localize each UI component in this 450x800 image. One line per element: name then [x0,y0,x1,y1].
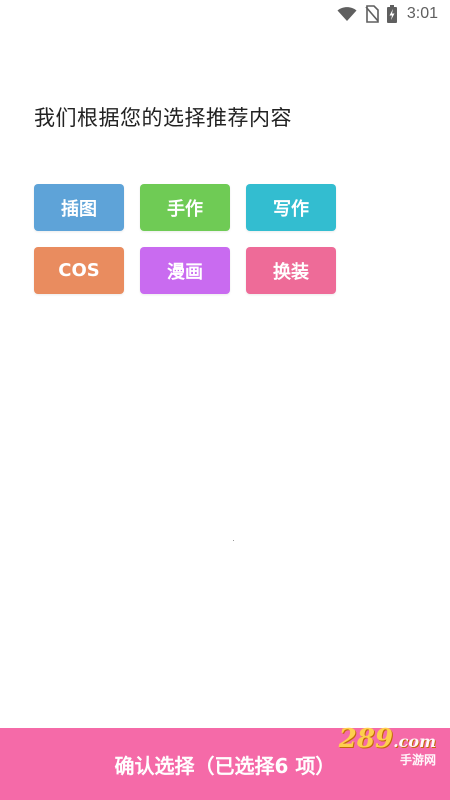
interest-tag-grid: 插图 手作 写作 COS 漫画 换装 [34,184,336,294]
loading-dot [233,540,234,541]
interest-tag-button[interactable]: COS [34,247,124,294]
app-screen: 3:01 我们根据您的选择推荐内容 插图 手作 写作 COS 漫画 换装 确认选择（已选择… [0,0,450,800]
page-title: 我们根据您的选择推荐内容 [34,106,292,130]
status-time: 3:01 [406,5,438,22]
watermark-subtitle: 手游网 [399,753,436,767]
confirm-selection-label: 确认选择（已选择6 项） [114,753,336,778]
interest-tag-button[interactable]: 插图 [34,184,124,231]
watermark-logo: 289.com 手游网 [339,726,436,766]
interest-tag-button[interactable]: 写作 [246,184,336,231]
watermark-logo-text: 289.com [338,724,436,754]
confirm-selection-button[interactable]: 确认选择（已选择6 项） 289.com 手游网 [0,726,450,800]
wifi-icon [337,6,357,22]
interest-tag-button[interactable]: 换装 [246,247,336,294]
battery-charging-icon [386,5,397,23]
no-sim-icon [365,5,379,23]
status-bar: 3:01 [0,0,450,28]
interest-tag-button[interactable]: 漫画 [140,247,230,294]
interest-tag-button[interactable]: 手作 [140,184,230,231]
